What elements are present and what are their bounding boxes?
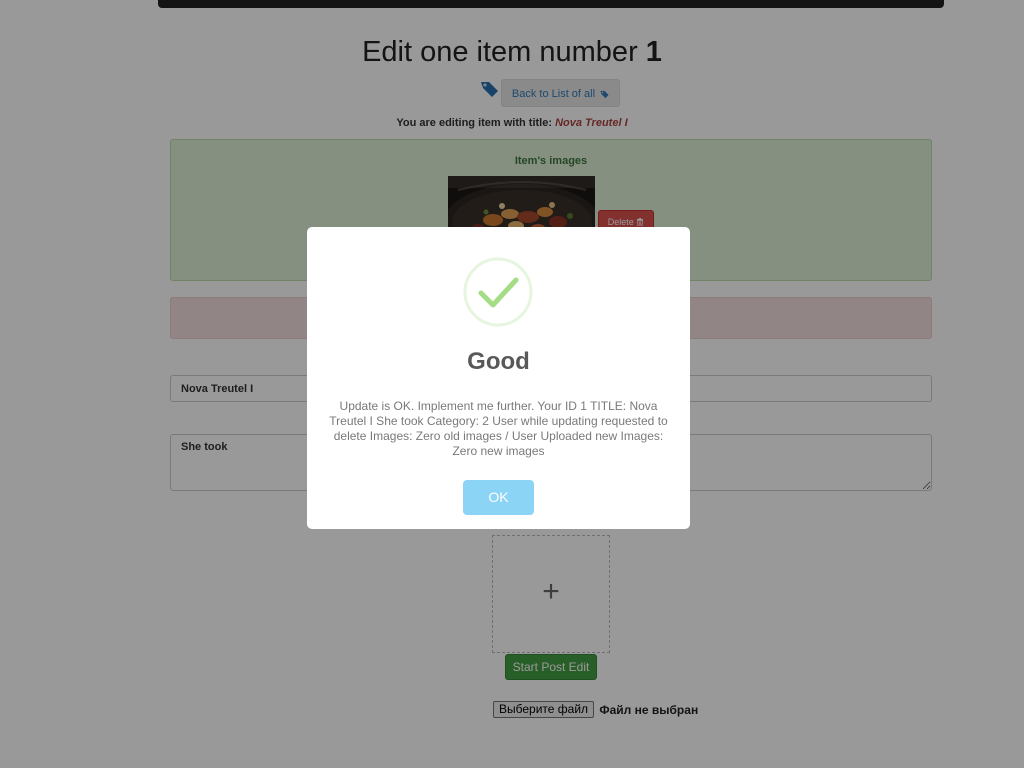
modal-title: Good	[467, 348, 530, 375]
modal-message: Update is OK. Implement me further. Your…	[329, 399, 668, 458]
check-icon	[463, 257, 533, 327]
page: Edit one item number 1 Back to List of a…	[0, 0, 1024, 768]
ok-button[interactable]: OK	[463, 480, 534, 515]
success-modal: Good Update is OK. Implement me further.…	[307, 227, 690, 529]
